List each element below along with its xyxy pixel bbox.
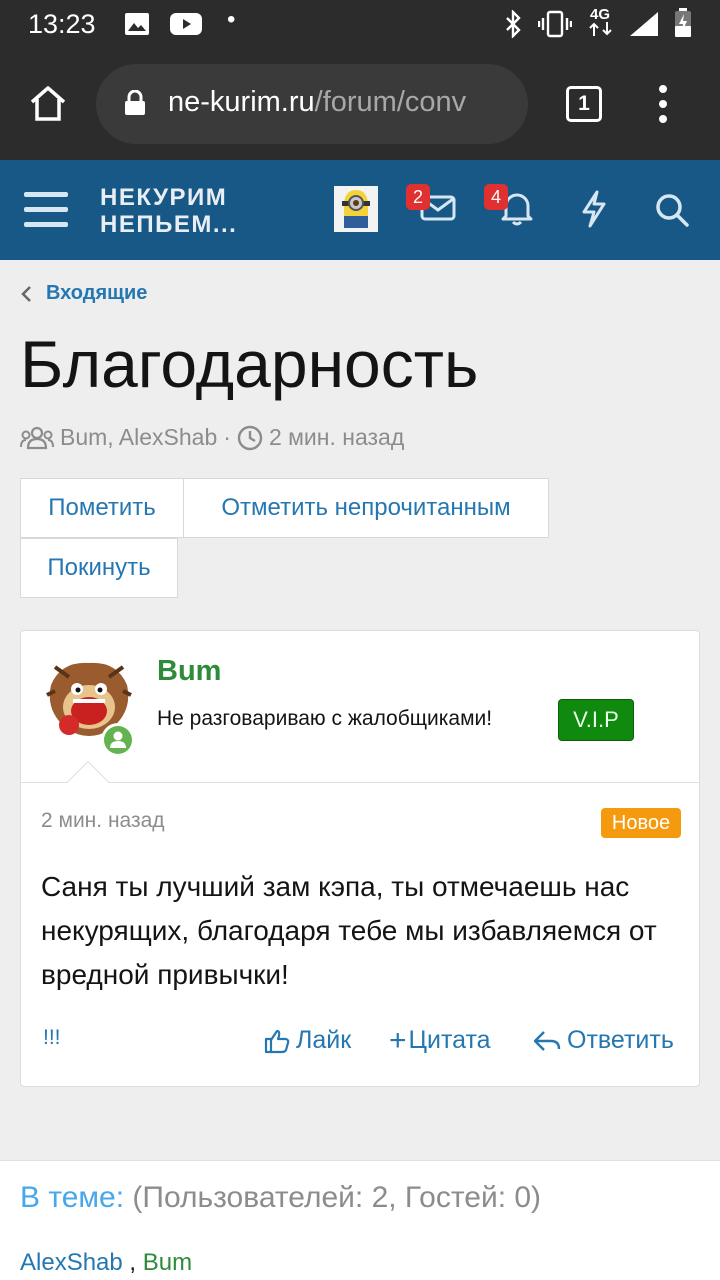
quote-label: Цитата xyxy=(408,1026,491,1054)
reply-button[interactable]: Ответить xyxy=(533,1026,674,1055)
network-type-label: 4G xyxy=(590,6,611,23)
conversation-meta: Bum, AlexShab · 2 мин. назад xyxy=(20,424,404,451)
logo-line-1: НЕКУРИМ xyxy=(100,184,228,211)
card-notch xyxy=(66,760,110,804)
image-notification-icon xyxy=(125,13,149,35)
participants-text[interactable]: Bum, AlexShab xyxy=(60,424,217,451)
site-header: НЕКУРИМ НЕПЬЕМ... 2 4 xyxy=(0,160,720,260)
status-bar: 13:23 • 4G xyxy=(0,0,720,48)
bluetooth-icon xyxy=(506,10,521,38)
like-button[interactable]: Лайк xyxy=(264,1026,351,1055)
message-body: Саня ты лучший зам кэпа, ты отмечаешь на… xyxy=(41,871,657,990)
lock-icon xyxy=(125,90,145,115)
chevron-left-icon xyxy=(21,285,31,302)
tab-switcher-button[interactable]: 1 xyxy=(566,86,602,122)
online-status-icon xyxy=(104,726,132,754)
signal-icon xyxy=(630,12,658,36)
logo-line-2: НЕПЬЕМ... xyxy=(100,211,238,238)
battery-icon xyxy=(675,8,691,37)
address-bar[interactable]: ne-kurim.ru/forum/conv xyxy=(96,64,528,144)
alerts-badge: 4 xyxy=(484,184,508,210)
status-time: 13:23 xyxy=(28,9,96,39)
user-avatar[interactable] xyxy=(334,186,378,232)
url-domain: ne-kurim.ru xyxy=(168,86,315,118)
youtube-notification-icon xyxy=(170,13,202,35)
search-icon[interactable] xyxy=(654,192,690,228)
home-icon[interactable] xyxy=(28,84,68,122)
online-users-block: В теме: (Пользователей: 2, Гостей: 0) Al… xyxy=(0,1160,720,1280)
leave-button[interactable]: Покинуть xyxy=(20,538,178,598)
browser-toolbar: ne-kurim.ru/forum/conv 1 xyxy=(0,48,720,160)
online-indicator xyxy=(101,723,135,757)
online-user-list: AlexShab , Bum xyxy=(20,1249,192,1277)
online-heading: В теме: (Пользователей: 2, Гостей: 0) xyxy=(20,1181,541,1215)
whats-new-lightning-icon[interactable] xyxy=(580,190,608,228)
thumbs-up-icon xyxy=(264,1029,290,1053)
messages-badge: 2 xyxy=(406,184,430,210)
breadcrumb[interactable]: Входящие xyxy=(20,282,147,305)
page-title: Благодарность xyxy=(20,327,479,401)
author-name[interactable]: Bum xyxy=(157,655,221,688)
online-user-separator: , xyxy=(129,1249,137,1276)
plus-icon: + xyxy=(389,1024,407,1057)
online-user-bum[interactable]: Bum xyxy=(143,1249,192,1276)
hamburger-menu-icon[interactable] xyxy=(24,190,68,230)
online-label: В теме: xyxy=(20,1181,125,1214)
site-logo[interactable]: НЕКУРИМ НЕПЬЕМ... xyxy=(100,184,237,238)
online-user-alexshab[interactable]: AlexShab xyxy=(20,1249,123,1276)
vibrate-icon xyxy=(538,10,572,38)
clock-icon xyxy=(237,425,263,450)
like-label: Лайк xyxy=(296,1026,352,1054)
quote-button[interactable]: + Цитата xyxy=(389,1024,491,1057)
notification-dot: • xyxy=(227,6,236,33)
card-divider xyxy=(21,782,699,783)
data-arrows-icon xyxy=(589,22,612,36)
author-user-title: Не разговариваю с жалобщиками! xyxy=(157,707,493,730)
mark-button[interactable]: Пометить xyxy=(20,478,184,538)
conversation-time: 2 мин. назад xyxy=(268,424,405,450)
meta-separator: · xyxy=(223,424,231,450)
message-time[interactable]: 2 мин. назад xyxy=(41,809,165,833)
breadcrumb-link[interactable]: Входящие xyxy=(46,282,147,304)
reply-arrow-icon xyxy=(533,1030,561,1051)
message-card: Bum Не разговариваю с жалобщиками! V.I.P… xyxy=(20,630,700,1087)
online-counts: (Пользователей: 2, Гостей: 0) xyxy=(132,1181,542,1214)
url-path: /forum/conv xyxy=(314,86,467,118)
participants-icon xyxy=(20,426,54,449)
mark-unread-button[interactable]: Отметить непрочитанным xyxy=(183,478,549,538)
reply-label: Ответить xyxy=(567,1026,674,1054)
report-link[interactable]: !!! xyxy=(43,1026,61,1050)
browser-menu-icon[interactable] xyxy=(656,84,670,124)
vip-badge: V.I.P xyxy=(558,699,634,741)
new-badge: Новое xyxy=(601,808,681,838)
url-text[interactable]: ne-kurim.ru/forum/conv xyxy=(168,86,466,119)
